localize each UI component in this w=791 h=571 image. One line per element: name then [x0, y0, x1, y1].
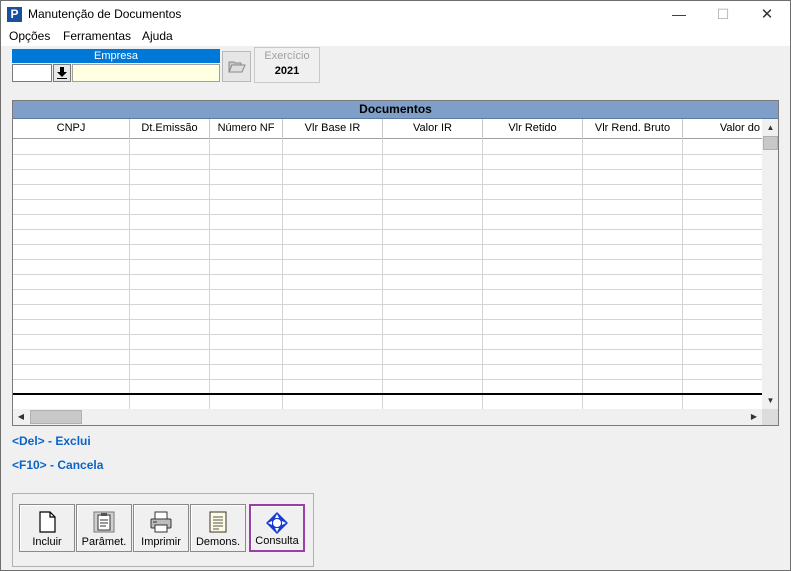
column-vlr-base-ir[interactable]: Vlr Base IR	[283, 119, 383, 139]
scroll-up-icon[interactable]: ▲	[762, 119, 778, 136]
vertical-scrollbar[interactable]: ▲ ▼	[762, 119, 778, 409]
exercicio-label: Exercício	[264, 50, 310, 62]
exercicio-year: 2021	[274, 65, 300, 77]
hint-cancel: <F10> - Cancela	[12, 458, 104, 472]
open-folder-button[interactable]	[222, 51, 251, 82]
horizontal-scroll-thumb[interactable]	[30, 410, 82, 424]
column-valor-ir[interactable]: Valor IR	[383, 119, 483, 139]
column-vlr-rend-bruto[interactable]: Vlr Rend. Bruto	[583, 119, 683, 139]
column-numero-nf[interactable]: Número NF	[210, 119, 283, 139]
parameters-icon	[93, 511, 115, 533]
scroll-right-icon[interactable]: ▶	[746, 409, 762, 425]
scroll-down-icon[interactable]: ▼	[762, 392, 778, 409]
incluir-label: Incluir	[32, 536, 62, 548]
horizontal-scrollbar[interactable]: ◀ ▶	[13, 409, 762, 425]
demonstrativo-button[interactable]: Demons.	[190, 504, 246, 552]
column-vlr-retido[interactable]: Vlr Retido	[483, 119, 583, 139]
scroll-left-icon[interactable]: ◀	[13, 409, 29, 425]
demonstrativo-label: Demons.	[195, 536, 241, 548]
action-toolbar: Incluir Parâmet. Imprimir Demons. Consul…	[12, 493, 314, 567]
main-window: P Manutenção de Documentos — ☐ ✕ Opções …	[0, 0, 791, 571]
menu-opcoes[interactable]: Opções	[9, 29, 50, 43]
empresa-label: Empresa	[12, 49, 220, 63]
title-bar: P Manutenção de Documentos — ☐ ✕	[1, 1, 790, 28]
open-folder-icon	[228, 61, 246, 73]
menu-ferramentas[interactable]: Ferramentas	[63, 29, 131, 43]
consulta-button[interactable]: Consulta	[249, 504, 305, 552]
app-icon: P	[7, 7, 22, 22]
close-button[interactable]: ✕	[744, 1, 790, 28]
column-cnpj[interactable]: CNPJ	[13, 119, 130, 139]
new-document-icon	[39, 511, 56, 533]
menu-ajuda[interactable]: Ajuda	[142, 29, 173, 43]
grid-footer	[13, 395, 762, 409]
hint-delete: <Del> - Exclui	[12, 434, 91, 448]
parametros-button[interactable]: Parâmet.	[76, 504, 132, 552]
maximize-button[interactable]: ☐	[700, 1, 746, 28]
empresa-selector: Empresa	[12, 49, 220, 82]
exercicio-box: Exercício 2021	[254, 47, 320, 83]
report-icon	[209, 511, 227, 533]
imprimir-button[interactable]: Imprimir	[133, 504, 189, 552]
parametros-label: Parâmet.	[81, 536, 127, 548]
grid-header: CNPJ Dt.Emissão Número NF Vlr Base IR Va…	[13, 119, 762, 139]
menu-bar: Opções Ferramentas Ajuda	[1, 28, 790, 46]
imprimir-label: Imprimir	[141, 536, 181, 548]
minimize-button[interactable]: —	[656, 1, 702, 28]
empresa-code-field[interactable]	[12, 64, 52, 82]
column-valor-do[interactable]: Valor do	[683, 119, 762, 139]
consulta-label: Consulta	[255, 535, 299, 547]
column-dt-emissao[interactable]: Dt.Emissão	[130, 119, 210, 139]
download-arrow-icon	[57, 67, 67, 79]
scroll-corner	[762, 409, 778, 425]
query-icon	[266, 512, 288, 534]
incluir-button[interactable]: Incluir	[19, 504, 75, 552]
empresa-dropdown-button[interactable]	[53, 64, 71, 82]
grid-body[interactable]	[13, 139, 762, 393]
empresa-name-field[interactable]	[72, 64, 220, 82]
grid-title: Documentos	[13, 101, 778, 119]
window-title: Manutenção de Documentos	[28, 7, 182, 21]
documents-grid: Documentos CNPJ Dt.Emissão Número NF Vlr…	[12, 100, 779, 426]
content-area: Empresa Exercício 2021 Documentos CNPJ D…	[1, 46, 790, 570]
printer-icon	[150, 511, 172, 533]
vertical-scroll-thumb[interactable]	[763, 136, 778, 150]
